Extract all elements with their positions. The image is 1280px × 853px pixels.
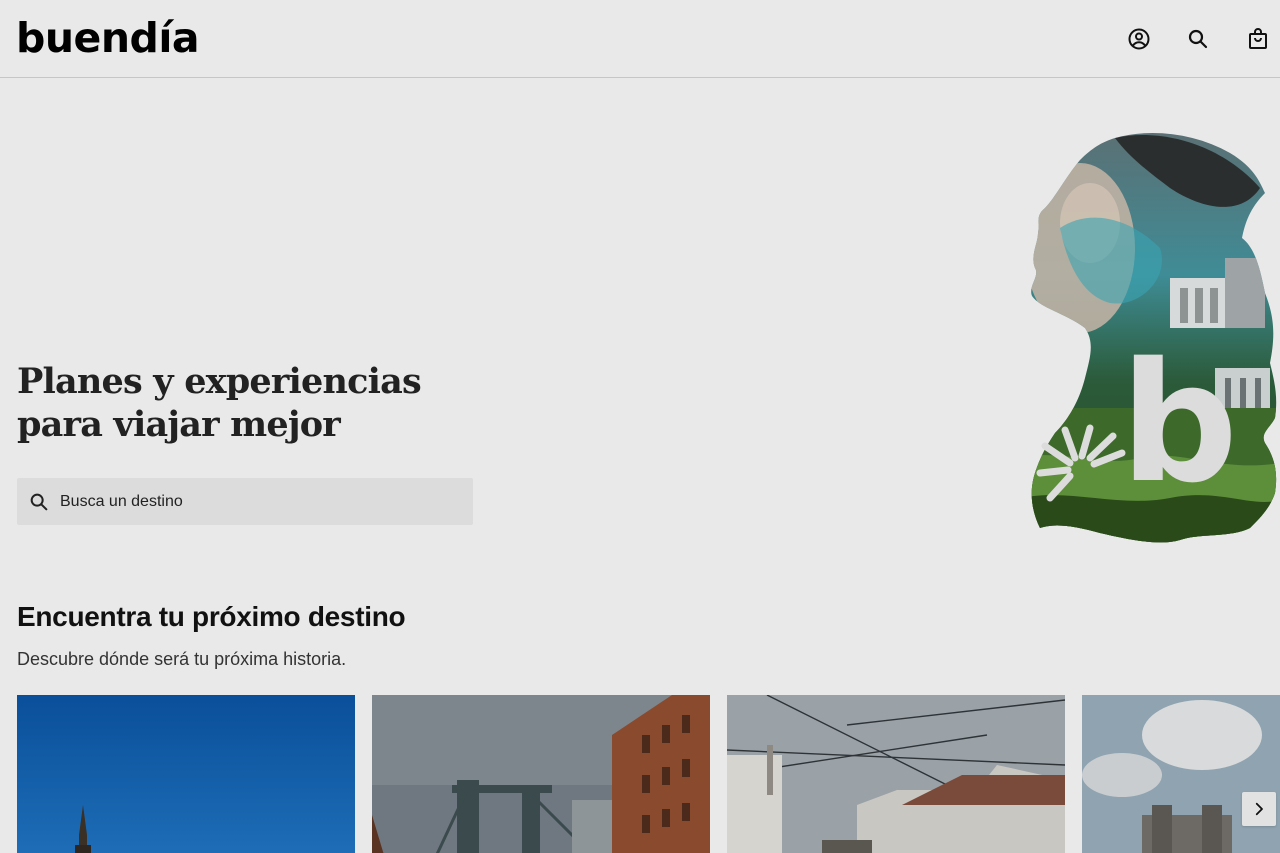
- page: buendía Planes y experiencias para viaja…: [0, 0, 1280, 853]
- shopping-bag-icon[interactable]: [1245, 26, 1271, 52]
- destination-search-input[interactable]: [60, 492, 440, 511]
- hero-art-letter: b: [1120, 327, 1238, 519]
- carousel-next-button[interactable]: [1242, 792, 1276, 826]
- destination-photo: [727, 695, 1065, 853]
- site-header: buendía: [0, 0, 1280, 78]
- hero-title-line-2: para viajar mejor: [17, 404, 341, 445]
- destination-card[interactable]: [1082, 695, 1280, 853]
- destination-photo: [17, 695, 355, 853]
- destination-photo: [1082, 695, 1280, 853]
- section-title: Encuentra tu próximo destino: [17, 601, 406, 632]
- destination-card[interactable]: [727, 695, 1065, 853]
- search-icon[interactable]: [1185, 26, 1211, 52]
- hero-illustration: b: [1020, 128, 1280, 548]
- destination-photo: [372, 695, 710, 853]
- search-icon: [28, 491, 50, 513]
- destination-card[interactable]: [372, 695, 710, 853]
- chevron-right-icon: [1255, 802, 1263, 816]
- section-subtitle: Descubre dónde será tu próxima historia.: [17, 649, 347, 669]
- destination-search[interactable]: [17, 478, 473, 525]
- destination-card[interactable]: [17, 695, 355, 853]
- buendia-logo[interactable]: buendía: [16, 12, 200, 64]
- hero-title-line-1: Planes y experiencias: [17, 361, 422, 402]
- account-icon[interactable]: [1126, 26, 1152, 52]
- hero-title: Planes y experiencias para viajar mejor: [17, 360, 477, 446]
